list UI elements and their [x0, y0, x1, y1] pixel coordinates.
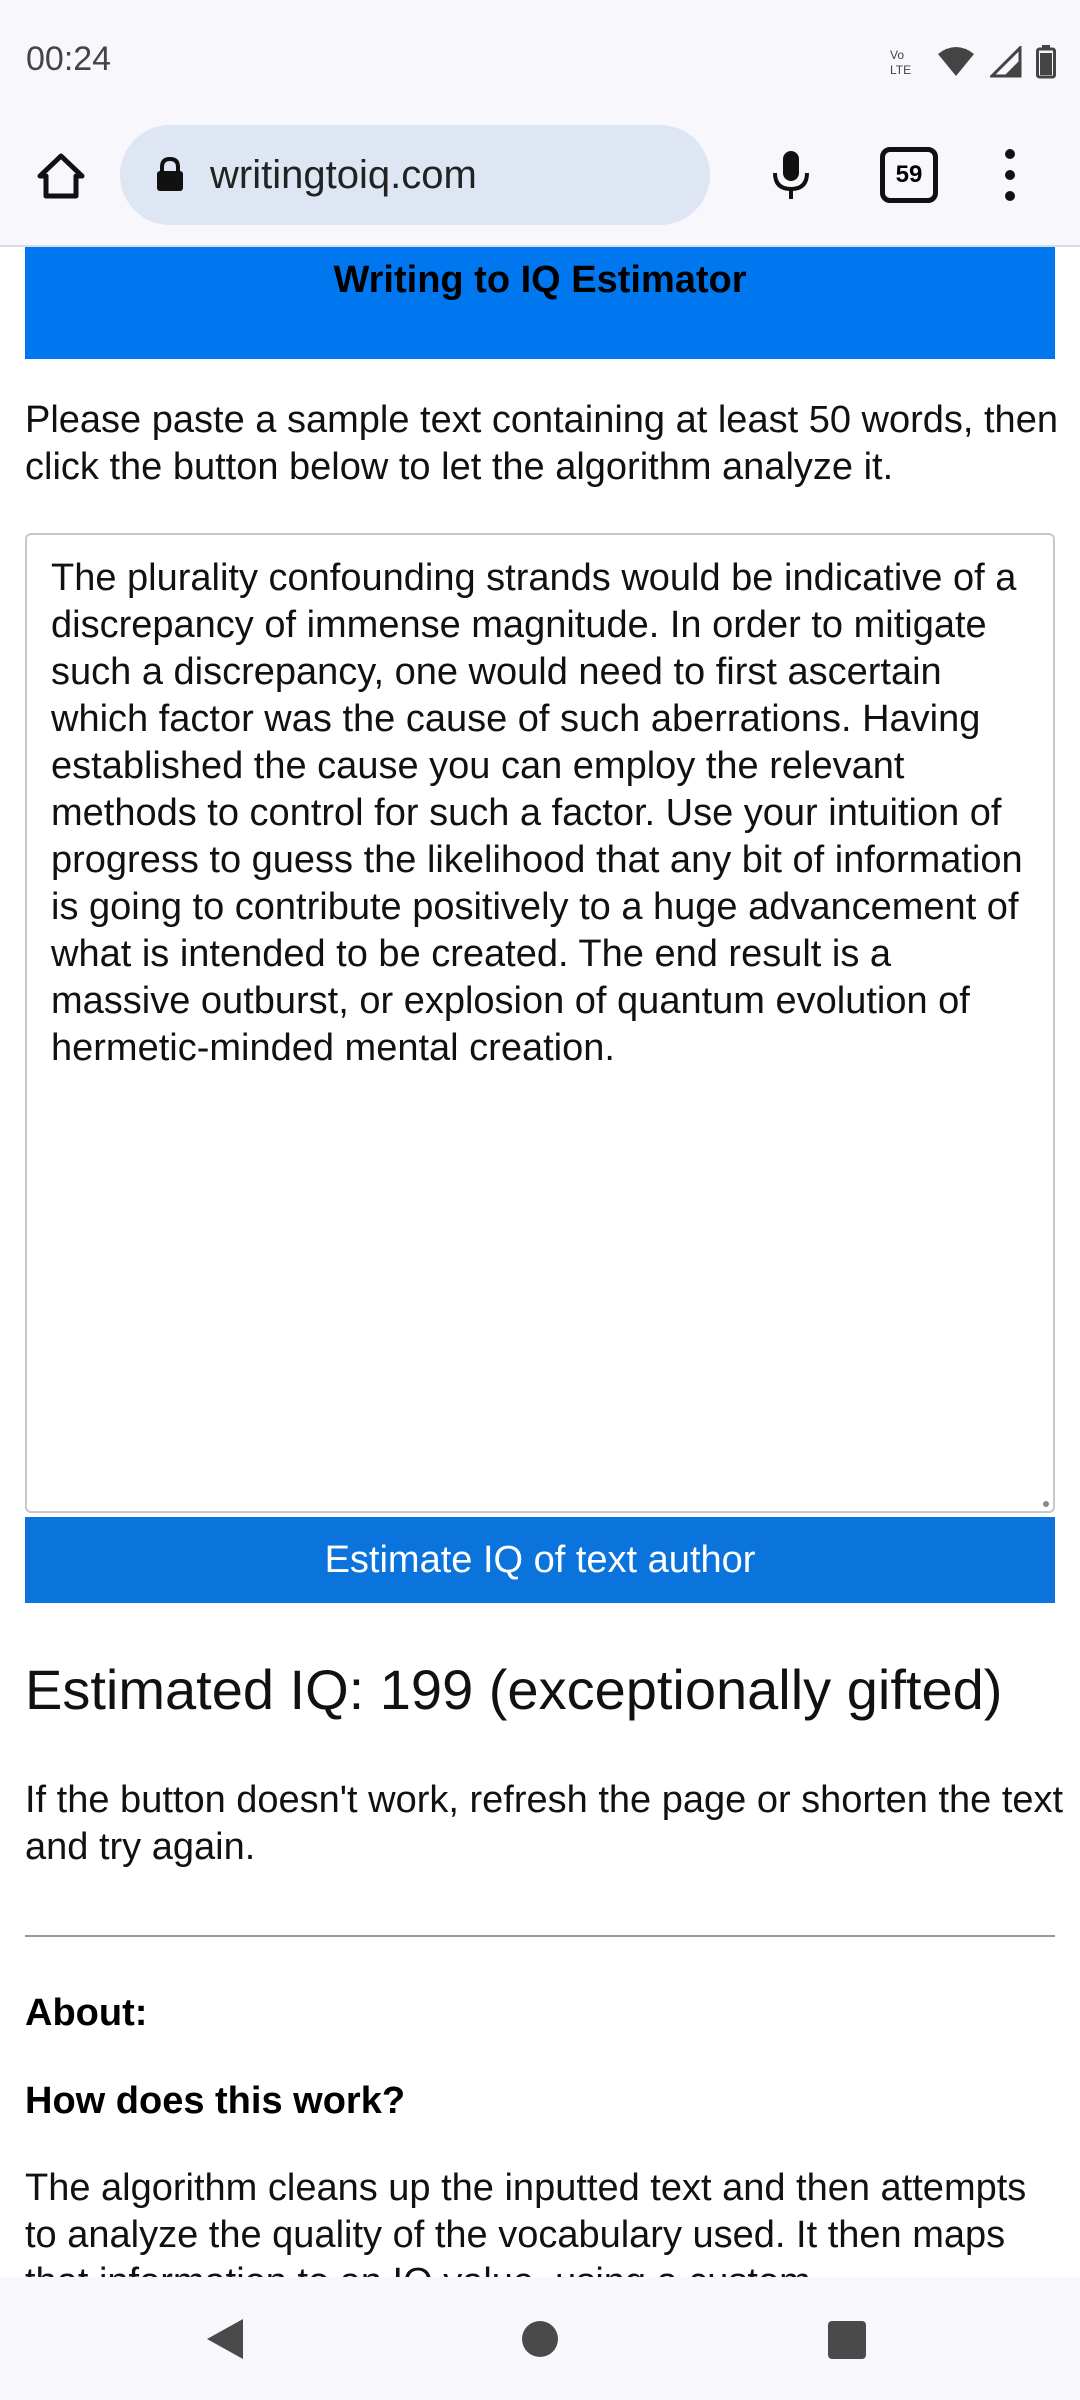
wifi-icon — [938, 47, 974, 76]
mic-icon — [773, 151, 809, 199]
iq-result: Estimated IQ: 199 (exceptionally gifted) — [25, 1658, 1003, 1721]
divider — [25, 1935, 1055, 1937]
more-icon-dot — [1005, 191, 1015, 201]
algorithm-description: The algorithm cleans up the inputted tex… — [25, 2167, 1027, 2277]
status-time: 00:24 — [26, 40, 112, 78]
tab-count: 59 — [895, 161, 923, 188]
page-content: Writing to IQ Estimator Please paste a s… — [0, 247, 1080, 2277]
home-button[interactable] — [30, 145, 92, 207]
svg-text:LTE: LTE — [890, 63, 911, 77]
back-icon[interactable] — [205, 2317, 245, 2361]
status-bar: 00:24 Vo LTE — [0, 0, 1080, 125]
sample-text-input[interactable]: The plurality confounding strands would … — [25, 533, 1055, 1513]
voice-search-button[interactable] — [760, 143, 822, 207]
resize-handle[interactable] — [1043, 1501, 1049, 1507]
estimate-iq-button[interactable]: Estimate IQ of text author — [25, 1517, 1055, 1603]
battery-icon — [1036, 45, 1056, 79]
how-heading: How does this work? — [25, 2080, 406, 2122]
system-nav-bar — [0, 2277, 1080, 2400]
home-circle-icon[interactable] — [522, 2321, 558, 2357]
url-bar[interactable]: writingtoiq.com — [120, 125, 710, 225]
about-heading: About: — [25, 1992, 148, 2034]
svg-text:Vo: Vo — [890, 48, 904, 62]
textarea-value: The plurality confounding strands would … — [51, 557, 1023, 1069]
tabs-button[interactable]: 59 — [880, 147, 938, 203]
recents-icon[interactable] — [828, 2321, 866, 2359]
lock-icon — [157, 157, 183, 191]
home-icon — [37, 153, 85, 199]
signal-icon — [990, 46, 1022, 78]
more-icon-dot — [1005, 170, 1015, 180]
url-text: writingtoiq.com — [210, 153, 477, 197]
hint-text: If the button doesn't work, refresh the … — [25, 1779, 1064, 1868]
status-icons: Vo LTE — [888, 42, 1056, 82]
browser-toolbar: writingtoiq.com 59 — [0, 125, 1080, 247]
page-title: Writing to IQ Estimator — [333, 259, 747, 301]
more-icon-dot — [1005, 149, 1015, 159]
more-menu-button[interactable] — [990, 143, 1030, 207]
intro-text: Please paste a sample text containing at… — [25, 399, 1058, 488]
header-banner: Writing to IQ Estimator — [25, 247, 1055, 359]
volte-icon: Vo LTE — [890, 48, 911, 77]
